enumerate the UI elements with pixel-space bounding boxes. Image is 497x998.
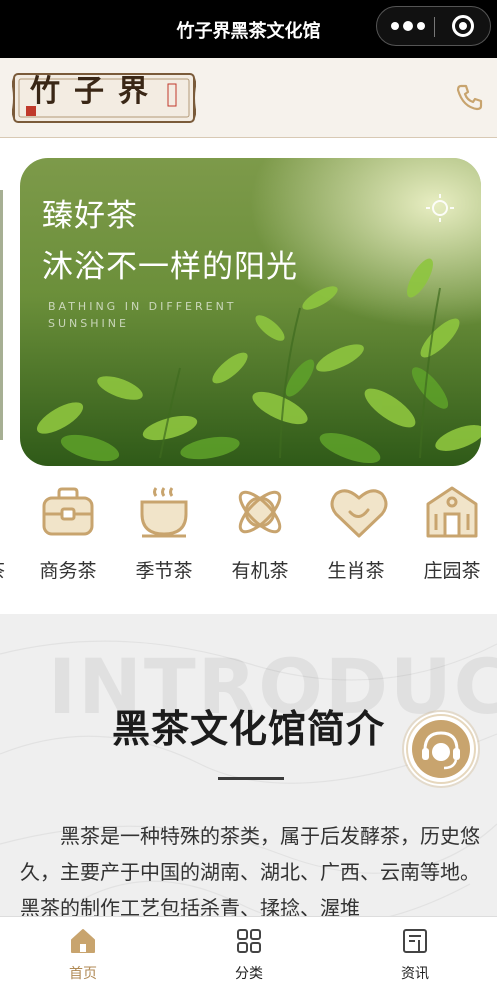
- home-icon: [71, 929, 95, 953]
- tea-cup-icon: [140, 487, 188, 538]
- capsule-menu[interactable]: [376, 6, 491, 46]
- category-label: 生肖茶: [327, 560, 385, 582]
- close-target-icon[interactable]: [452, 15, 474, 37]
- intro-body-text: 黑茶是一种特殊的茶类，属于后发酵茶，历史悠久，主要产于中国的湖南、湖北、广西、云…: [20, 824, 480, 916]
- orbit-icon: [238, 490, 282, 534]
- category-item-manor[interactable]: 庄园茶: [414, 480, 490, 590]
- tab-label: 首页: [69, 966, 97, 982]
- phone-icon[interactable]: [455, 82, 485, 112]
- category-item-business[interactable]: 商务茶: [30, 480, 106, 590]
- category-row: 商务茶 季节茶 有机茶 生肖茶 庄园茶: [0, 480, 497, 590]
- category-label: 商务茶: [39, 560, 97, 582]
- tab-category[interactable]: 分类: [166, 917, 332, 998]
- category-item-organic[interactable]: 有机茶: [222, 480, 298, 590]
- bottom-tab-bar: 首页 分类 资讯: [0, 916, 497, 997]
- category-label: 季节茶: [135, 560, 193, 582]
- category-label: 庄园茶: [423, 560, 481, 582]
- more-icon[interactable]: [391, 16, 429, 36]
- tab-news[interactable]: 资讯: [332, 917, 497, 998]
- title-underline: [218, 777, 284, 780]
- category-item-zodiac[interactable]: 生肖茶: [318, 480, 394, 590]
- category-label: 有机茶: [231, 560, 289, 582]
- site-header: 竹子界: [0, 58, 497, 138]
- title-bar: 竹子界黑茶文化馆: [0, 0, 497, 58]
- category-item-season[interactable]: 季节茶: [126, 480, 202, 590]
- tab-home[interactable]: 首页: [0, 917, 166, 998]
- heart-icon: [330, 489, 388, 538]
- banner-title-line1: 臻好茶: [42, 198, 138, 234]
- banner-title-line2: 沐浴不一样的阳光: [42, 249, 298, 285]
- banner-subtitle-line1: BATHING IN DIFFERENT: [48, 300, 237, 313]
- manor-icon: [426, 486, 478, 538]
- news-icon: [403, 929, 427, 953]
- tab-label: 资讯: [401, 966, 429, 982]
- grid-icon: [237, 929, 261, 953]
- carousel-prev-peek: [0, 190, 3, 440]
- capsule-divider: [434, 17, 435, 37]
- briefcase-icon: [42, 487, 94, 536]
- tab-label: 分类: [235, 966, 263, 982]
- hero-banner[interactable]: 臻好茶 沐浴不一样的阳光 BATHING IN DIFFERENT SUNSHI…: [20, 158, 481, 466]
- banner-subtitle-line2: SUNSHINE: [48, 317, 129, 330]
- logo-text: 竹子界: [30, 74, 162, 109]
- customer-service-icon[interactable]: [404, 712, 478, 786]
